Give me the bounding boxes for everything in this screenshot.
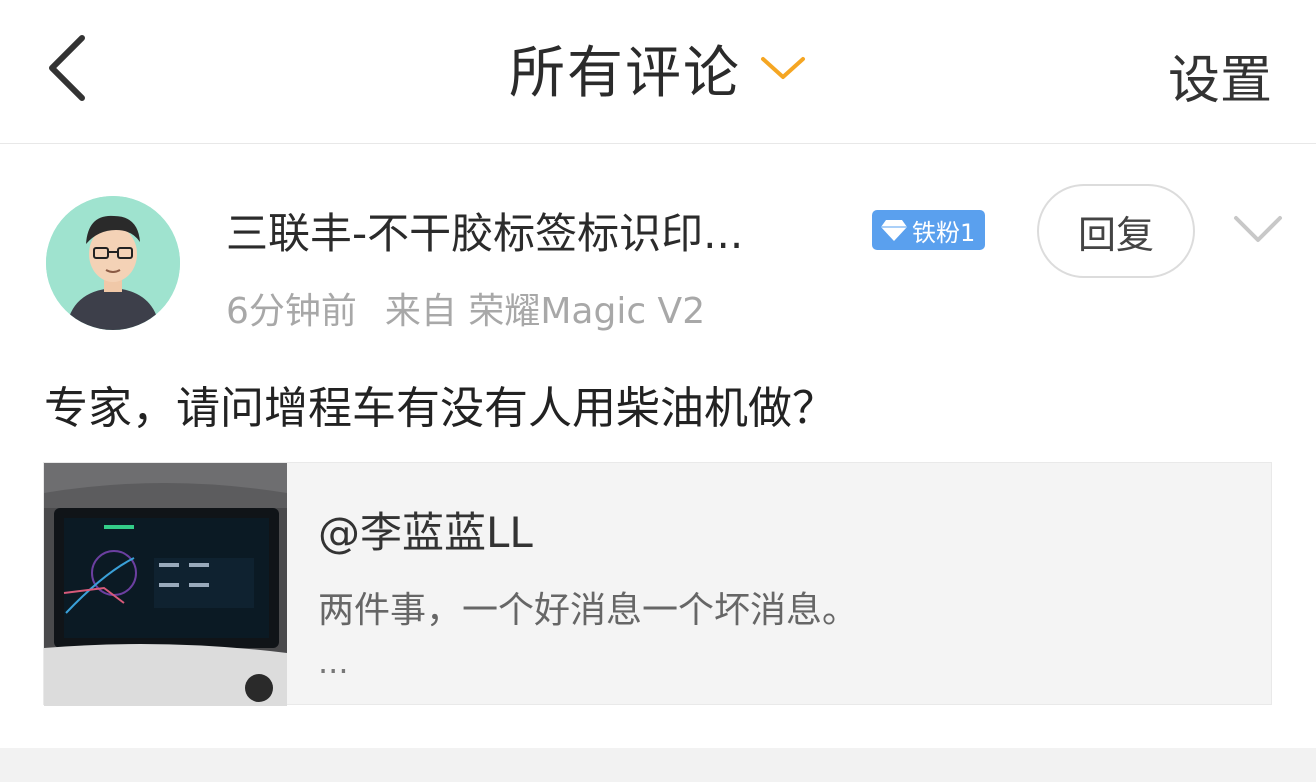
more-options-button[interactable] (1228, 208, 1288, 252)
dropdown-chevron-icon (761, 57, 805, 79)
quoted-text: 两件事，一个好消息一个坏消息。 (318, 590, 859, 631)
settings-button[interactable]: 设置 (1168, 38, 1272, 113)
reply-button[interactable]: 回复 (1037, 184, 1195, 278)
quoted-ellipsis: ... (318, 643, 349, 681)
comment-source: 来自 荣耀Magic V2 (384, 291, 706, 332)
post-thumbnail[interactable] (44, 463, 287, 706)
comment-text: 专家，请问增程车有没有人用柴油机做？ (44, 383, 836, 434)
more-chevron-icon (1234, 216, 1282, 242)
comment-time: 6分钟前 (226, 291, 357, 332)
comment-filter-dropdown[interactable]: 所有评论 (0, 30, 1316, 106)
diamond-icon (881, 220, 907, 241)
comment-meta: 6分钟前 来自 荣耀Magic V2 (226, 282, 705, 334)
username[interactable]: 三联丰-不干胶标签标识印... (226, 200, 743, 261)
quoted-post-card[interactable]: @李蓝蓝LL 两件事，一个好消息一个坏消息。 ... (43, 462, 1272, 706)
quoted-username[interactable]: @李蓝蓝LL (318, 499, 533, 560)
avatar[interactable] (46, 196, 180, 330)
section-divider (0, 748, 1316, 782)
page-title: 所有评论 (509, 40, 741, 106)
top-nav-bar: 所有评论 设置 (0, 0, 1316, 144)
badge-label: 铁粉1 (912, 218, 976, 247)
fan-badge: 铁粉1 (872, 210, 986, 250)
